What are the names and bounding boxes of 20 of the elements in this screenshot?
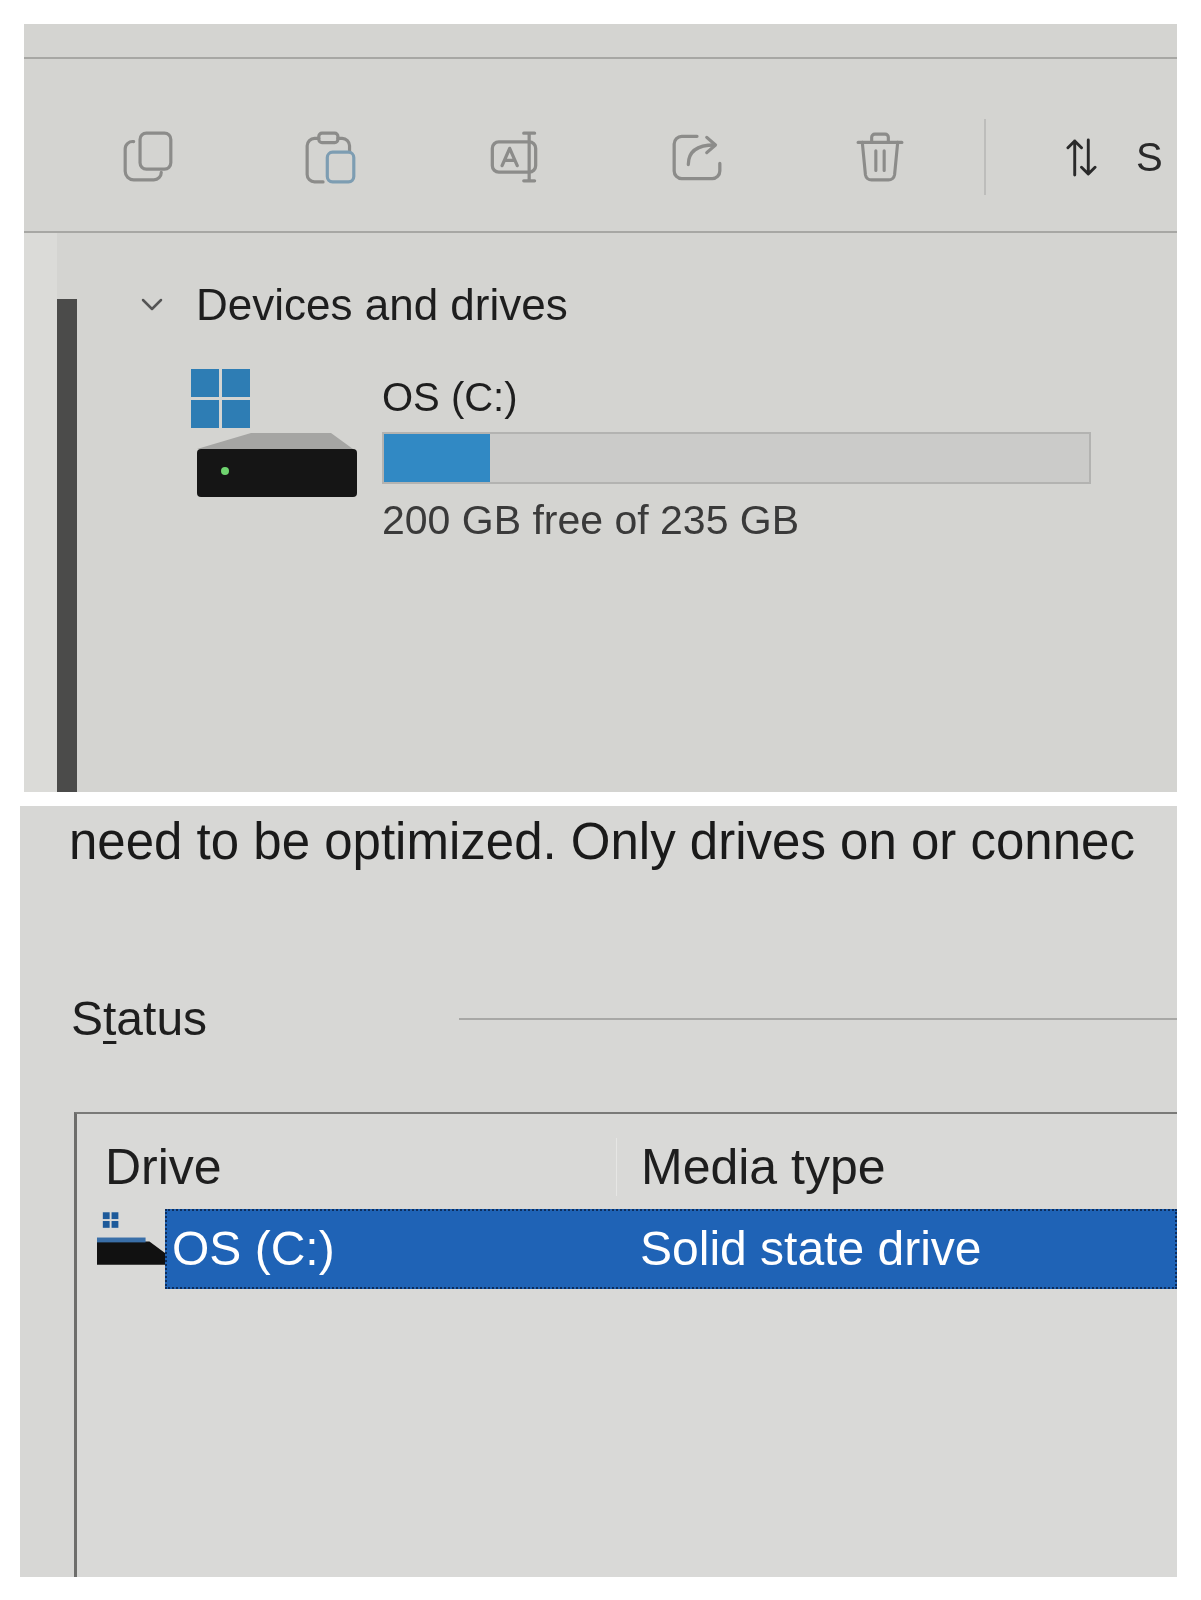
drive-icon bbox=[191, 369, 357, 497]
up-down-arrows-icon bbox=[1066, 137, 1097, 177]
drive-icon bbox=[97, 1212, 165, 1265]
text-box-cursor-icon bbox=[490, 131, 538, 183]
column-header[interactable]: Media type bbox=[617, 1138, 1177, 1196]
sort-button[interactable]: S bbox=[1052, 122, 1177, 192]
column-header[interactable]: Drive bbox=[77, 1138, 617, 1196]
list-row[interactable]: OS (C:) Solid state drive bbox=[165, 1209, 1177, 1289]
table-cell-text: OS (C:) bbox=[171, 1221, 336, 1277]
section-title: Devices and drives bbox=[196, 279, 568, 331]
scrollbar-thumb[interactable] bbox=[57, 299, 77, 792]
trash-icon bbox=[856, 132, 904, 182]
free-space-text: 200 GB free of 235 GB bbox=[382, 497, 800, 543]
status-label: Status bbox=[71, 991, 208, 1047]
table-cell-text: Solid state drive bbox=[639, 1221, 982, 1277]
drive-name: OS (C:) bbox=[382, 375, 518, 419]
description-text: need to be optimized. Only drives on or connec bbox=[69, 813, 1135, 871]
clipboard-icon bbox=[305, 130, 357, 184]
chevron-icon[interactable] bbox=[141, 298, 163, 311]
overlapping-squares-icon bbox=[122, 131, 174, 183]
